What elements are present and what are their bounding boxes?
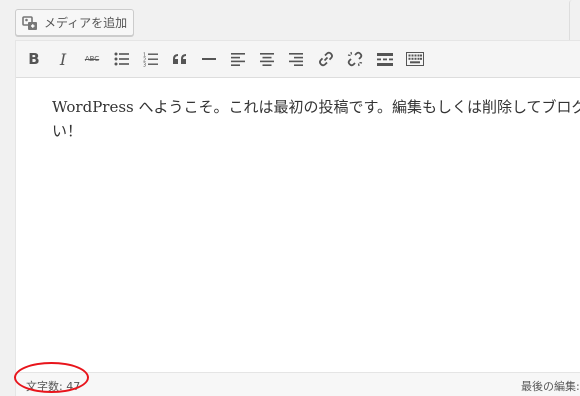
- align-right-icon: [289, 52, 303, 66]
- bold-button[interactable]: B: [22, 47, 46, 71]
- align-center-button[interactable]: [255, 47, 279, 71]
- editor-status-bar: 文字数: 47 最後の編集:: [16, 372, 580, 396]
- post-editor-page: メディアを追加 B I ABC 1 2 3 WordPress へようこそ。これ…: [0, 0, 580, 396]
- add-media-icon: [22, 15, 38, 31]
- unlink-icon: [347, 51, 363, 67]
- horizontal-line-button[interactable]: [197, 47, 221, 71]
- post-content-line-2: い！: [52, 122, 83, 140]
- add-media-button[interactable]: メディアを追加: [15, 9, 134, 36]
- remove-link-button[interactable]: [343, 47, 367, 71]
- keyboard-icon: [406, 52, 424, 66]
- link-icon: [319, 51, 333, 67]
- word-count: 文字数: 47: [26, 380, 81, 393]
- toolbar-toggle-button[interactable]: [403, 47, 427, 71]
- align-right-button[interactable]: [284, 47, 308, 71]
- svg-text:3: 3: [143, 62, 146, 67]
- strikethrough-icon: ABC: [84, 55, 100, 63]
- horizontal-line-icon: [202, 58, 216, 60]
- last-edited-label: 最後の編集:: [521, 380, 580, 393]
- align-left-button[interactable]: [226, 47, 250, 71]
- italic-icon: I: [59, 49, 67, 69]
- bold-icon: B: [28, 50, 40, 68]
- post-content-line-1: WordPress へようこそ。これは最初の投稿です。編集もしくは削除してブログ…: [52, 98, 580, 116]
- bullet-list-icon: [114, 52, 129, 66]
- blockquote-icon: [173, 54, 186, 64]
- align-left-icon: [231, 52, 245, 66]
- add-media-label: メディアを追加: [44, 16, 128, 30]
- strikethrough-button[interactable]: ABC: [80, 47, 104, 71]
- numbered-list-button[interactable]: 1 2 3: [139, 47, 163, 71]
- blockquote-button[interactable]: [168, 47, 192, 71]
- numbered-list-icon: 1 2 3: [143, 52, 158, 67]
- formatting-toolbar: B I ABC 1 2 3: [16, 41, 580, 78]
- align-center-icon: [260, 52, 274, 66]
- editor-tab-edge: [569, 0, 580, 40]
- read-more-button[interactable]: [373, 47, 397, 71]
- insert-link-button[interactable]: [314, 47, 338, 71]
- italic-button[interactable]: I: [51, 47, 75, 71]
- editor-area: B I ABC 1 2 3 WordPress へようこそ。これは最初の投稿です…: [15, 40, 580, 396]
- read-more-icon: [377, 52, 393, 66]
- bullet-list-button[interactable]: [110, 47, 134, 71]
- editor-body[interactable]: WordPress へようこそ。これは最初の投稿です。編集もしくは削除してブログ…: [16, 79, 580, 379]
